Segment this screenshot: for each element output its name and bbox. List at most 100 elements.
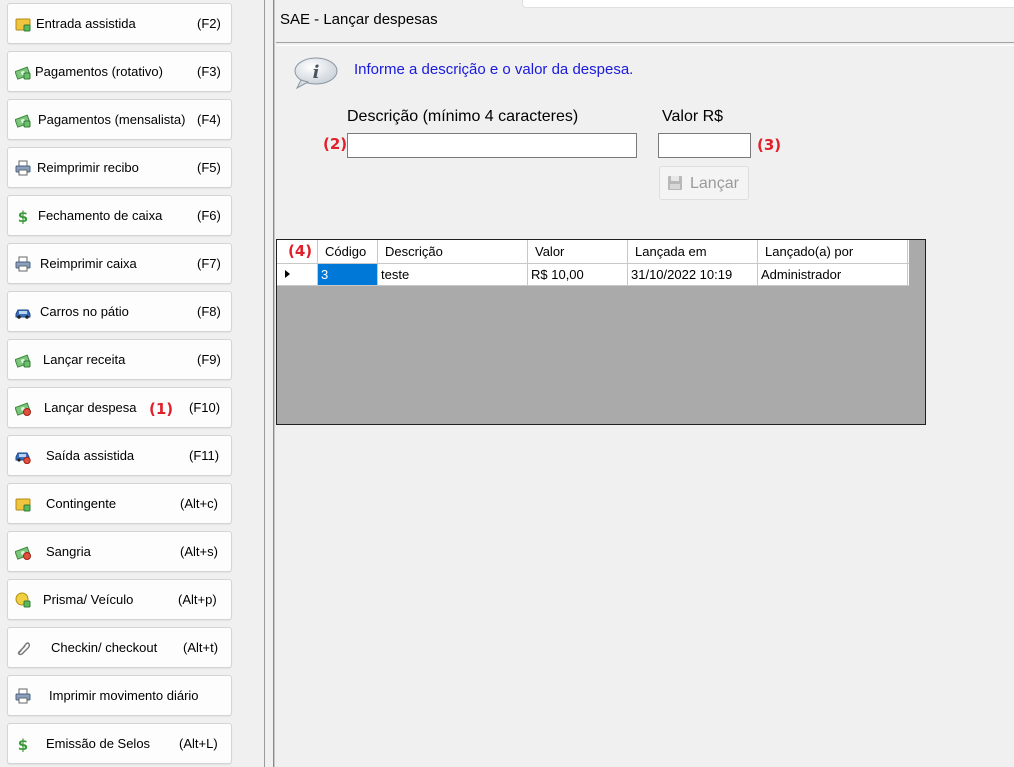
sidebar-button-saida-assistida[interactable]: Saída assistida (F11) [7,435,232,476]
sidebar-button-fechamento-de-caixa[interactable]: $ Fechamento de caixa (F6) [7,195,232,236]
sidebar-button-label: Pagamentos (rotativo) [35,64,163,79]
sidebar-button-shortcut: (Alt+c) [180,496,218,511]
annotation-marker-1: (1) [149,400,174,418]
sidebar-button-lancar-receita[interactable]: Lançar receita (F9) [7,339,232,380]
sidebar-button-label: Lançar receita [43,352,126,367]
sidebar-button-label: Emissão de Selos [46,736,151,751]
value-label: Valor R$ [662,108,724,125]
sidebar-button-contingente[interactable]: Contingente (Alt+c) [7,483,232,524]
sidebar-button-label: Pagamentos (mensalista) [38,112,186,127]
sidebar-button-sangria[interactable]: Sangria (Alt+s) [7,531,232,572]
cell-value[interactable]: R$ 10,00 [528,264,628,285]
sidebar-button-shortcut: (Alt+s) [180,544,218,559]
info-message: Informe a descrição e o valor da despesa… [354,61,634,78]
sidebar-button-shortcut: (F6) [197,208,221,223]
column-header-code[interactable]: Código [318,240,378,264]
expenses-grid[interactable]: (4) Código Descrição Valor Lançada em La… [276,239,926,425]
sidebar-button-checkin-checkout[interactable]: Checkin/ checkout (Alt+t) [7,627,232,668]
ticket-icon [15,18,31,32]
sidebar-button-label: Entrada assistida [36,16,136,31]
cell-launched-at[interactable]: 31/10/2022 10:19 [628,264,758,285]
printer-icon [15,688,31,704]
sidebar-button-pagamentos-mensalista[interactable]: Pagamentos (mensalista) (F4) [7,99,232,140]
sidebar-button-shortcut: (F10) [189,400,221,415]
row-header-corner: (4) [277,240,318,264]
sidebar-button-label: Contingente [46,496,117,511]
svg-text:i: i [313,62,320,83]
splitter-grip[interactable] [273,0,275,767]
sidebar-button-shortcut: (F8) [197,304,221,319]
money-icon [15,354,31,368]
annotation-marker-3: (3) [757,136,782,154]
description-input[interactable] [347,133,637,158]
annotation-marker-4: (4) [288,242,313,260]
sidebar-button-shortcut: (F7) [197,256,221,271]
sidebar-button-label: Reimprimir recibo [37,160,139,175]
grid-header: (4) Código Descrição Valor Lançada em La… [277,240,909,264]
grid-empty-area [909,240,925,286]
cell-launched-by[interactable]: Administrador [758,264,908,285]
sidebar-button-label: Sangria [46,544,91,559]
money-icon [15,66,31,80]
annotation-marker-2: (2) [323,135,348,153]
column-header-value[interactable]: Valor [528,240,628,264]
main-panel: SAE - Lançar despesas i Informe a descri… [276,0,1014,767]
sidebar-button-label: Lançar despesa [44,400,137,415]
sidebar-button-label: Prisma/ Veículo [43,592,134,607]
value-input[interactable] [658,133,751,158]
sidebar-button-label: Fechamento de caixa [38,208,163,223]
splitter[interactable] [264,0,276,767]
cell-description[interactable]: teste [378,264,528,285]
sidebar-button-shortcut: (F2) [197,16,221,31]
car-icon [15,309,31,319]
sidebar-button-lancar-despesa[interactable]: Lançar despesa (1) (F10) [7,387,232,428]
cell-code[interactable]: 3 [318,264,378,285]
paperclip-icon [17,642,31,656]
save-icon [668,176,682,190]
sidebar-button-shortcut: (F3) [197,64,221,79]
sidebar-button-entrada-assistida[interactable]: Entrada assistida (F2) [7,3,232,44]
car-exit-icon [15,452,31,464]
svg-text:$: $ [18,736,28,752]
launch-button[interactable]: Lançar [659,166,749,200]
sidebar-button-shortcut: (Alt+L) [179,736,218,751]
launch-button-label: Lançar [690,175,739,192]
printer-icon [15,160,31,176]
prism-icon [15,592,31,608]
money-minus-icon [15,546,31,560]
sidebar-button-label: Reimprimir caixa [40,256,137,271]
printer-icon [15,256,31,272]
dollar-icon: $ [18,736,28,752]
sidebar-button-pagamentos-rotativo[interactable]: Pagamentos (rotativo) (F3) [7,51,232,92]
money-icon [15,114,31,128]
sidebar-button-shortcut: (F4) [197,112,221,127]
sidebar: Entrada assistida (F2) Pagamentos (rotativ… [0,0,264,767]
sidebar-button-shortcut: (Alt+p) [178,592,217,607]
current-row-arrow-icon [285,270,290,278]
sidebar-button-label: Carros no pátio [40,304,129,319]
sidebar-button-shortcut: (F11) [189,448,220,463]
sidebar-button-shortcut: (F9) [197,352,221,367]
title-divider [276,42,1014,46]
sidebar-button-prisma-veiculo[interactable]: Prisma/ Veículo (Alt+p) [7,579,232,620]
sidebar-button-imprimir-movimento-diario[interactable]: Imprimir movimento diário [7,675,232,716]
sidebar-button-reimprimir-recibo[interactable]: Reimprimir recibo (F5) [7,147,232,188]
sidebar-button-label: Imprimir movimento diário [49,688,199,703]
page-title: SAE - Lançar despesas [280,11,438,28]
ticket-icon [15,498,31,512]
column-header-launched-by[interactable]: Lançado(a) por [758,240,908,264]
sidebar-button-reimprimir-caixa[interactable]: Reimprimir caixa (F7) [7,243,232,284]
table-row[interactable]: 3 teste R$ 10,00 31/10/2022 10:19 Admini… [277,264,909,286]
description-label: Descrição (mínimo 4 caracteres) [347,108,579,125]
sidebar-button-label: Saída assistida [46,448,135,463]
sidebar-button-carros-no-patio[interactable]: Carros no pátio (F8) [7,291,232,332]
info-icon: i [294,57,338,90]
sidebar-button-shortcut: (F5) [197,160,221,175]
column-header-description[interactable]: Descrição [378,240,528,264]
row-selector[interactable] [277,264,318,285]
column-header-launched-at[interactable]: Lançada em [628,240,758,264]
top-strip [522,0,1014,8]
svg-text:$: $ [18,208,28,224]
money-minus-icon [15,402,31,416]
sidebar-button-emissao-de-selos[interactable]: $ Emissão de Selos (Alt+L) [7,723,232,764]
